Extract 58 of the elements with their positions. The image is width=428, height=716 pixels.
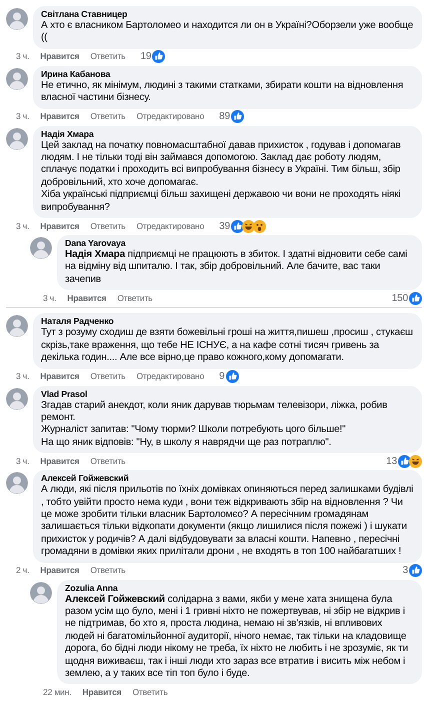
reply-link[interactable]: Ответить xyxy=(90,220,126,232)
like-link[interactable]: Нравится xyxy=(40,50,80,64)
edited-label: Отредактировано xyxy=(136,110,204,123)
like-link[interactable]: Нравится xyxy=(40,220,80,232)
reaction-count[interactable]: 3 xyxy=(402,563,408,578)
avatar-icon[interactable] xyxy=(30,582,52,604)
avatar-icon[interactable] xyxy=(6,472,28,494)
reply-link[interactable]: Ответить xyxy=(90,370,126,383)
comment-text: Не етично, як мінімум, людині з такими статками, збирати кошти на відновлення власної частини бізнесу. xyxy=(41,80,404,105)
avatar-icon[interactable] xyxy=(6,315,28,338)
reaction-count[interactable]: 89 xyxy=(219,109,230,124)
avatar-icon[interactable] xyxy=(6,8,28,30)
timestamp[interactable]: 3 ч. xyxy=(43,292,56,305)
reaction-count[interactable]: 39 xyxy=(219,218,230,234)
like-link[interactable]: Нравится xyxy=(40,454,80,468)
author-name[interactable]: Zozulia Anna xyxy=(65,582,414,594)
edited-label: Отредактировано xyxy=(136,220,204,232)
timestamp[interactable]: 3 ч. xyxy=(16,110,30,123)
reaction-count[interactable]: 13 xyxy=(386,454,397,469)
like-link[interactable]: Нравится xyxy=(40,564,80,577)
avatar-icon[interactable] xyxy=(6,128,28,150)
reply-link[interactable]: Ответить xyxy=(132,686,168,699)
comment-text: А люди, які після прильотів по їхніх домівках опиняються перед залишками будівлі , тобто увійти просто нема куди , вони теж відкривають збір на відновлення ? Чи це може зробити тільки власник Бартоломєо? А пересічним громадянам залишається тільки відкопати документи (якщо лишилися після пожежі ) і шукати прихисток у родичів? А далі відбудовувати за власні кошти. Напевно , пересічні громадяни в домівки яких прилітали дрони , не входять в топ 100 найбагатших ! xyxy=(41,484,414,559)
reply-link[interactable]: Ответить xyxy=(90,50,126,64)
edited-label: Отредактировано xyxy=(136,370,204,383)
comment-text: Тут з розуму сходиш де взяти божевільні гроші на життя,пишеш ,просиш , стукаєш скрізь,таке враження, що тебе НЕ ІСНУЄ, а на кафе сотні тисяч гривень за декілька годин.... Але все вірно,це право кожного,кому допомагати. xyxy=(41,327,414,364)
like-link[interactable]: Нравится xyxy=(67,292,106,305)
comment-text: Надія Хмара підприємці не працюють в збиток. І здатні відновити себе самі на відміну від шпиталю. І так, збір добровільний. Але бачите, вас таки зачепив xyxy=(65,249,408,286)
reaction-count[interactable]: 150 xyxy=(392,290,408,306)
timestamp[interactable]: 3 ч. xyxy=(16,50,30,64)
like-link[interactable]: Нравится xyxy=(40,370,80,383)
like-link[interactable]: Нравится xyxy=(40,110,80,123)
timestamp[interactable]: 3 ч. xyxy=(16,454,30,468)
avatar-icon[interactable] xyxy=(6,388,28,410)
author-name[interactable]: Надія Хмара xyxy=(41,128,414,140)
reply-link[interactable]: Ответить xyxy=(90,110,126,123)
timestamp[interactable]: 3 ч. xyxy=(16,220,30,232)
comment-text: Згадав старий анекдот, коли яник дарував тюрьмам телевізори, ліжка, робив ремонт. Журналіст запитав: "Чому тюрми? Школи потребують цого більше!" На що яник відповів: "Ну, в школу я наврядчи ще раз потраплю". xyxy=(41,400,388,450)
comment-text: Цей заклад на початку повномасштабної давав прихисток , годував і допомагав людям. І не тільки тоді він займався допомогою. Заклад дає роботу людям, сплачує податки і проходить всі випробування бізнесу в Україні. Тим більш, збір добровільний, хто хоче допомагає. Хіба українські підприємці більш захищені державою чи вони не проходять ніякі випробування? xyxy=(41,140,402,214)
comment-text: Алексей Гойжевский солідарна з вами, якби у мене хата знищена була разом усім що було, мені і 1 гривні ніхто не пожертвував, ні збір не відкрив і не підтримав, бо хто я, проста людина, немаю ні зв'язків, ні впливових людей ні багатомільйонної аудиторії, нічого немає, так тільки на кладовище дорога, бо бідні люди нікому не треба, їх ніхто не любить і не зрозуміє, як ти щодня виживаєш, так і інші люди хто зараз все втратив і висить між небом і землею, а у таких все тіп топ було і буде. xyxy=(65,594,410,680)
reply-link[interactable]: Ответить xyxy=(90,564,126,577)
like-link[interactable]: Нравится xyxy=(82,686,122,699)
reaction-count[interactable]: 19 xyxy=(140,49,152,64)
timestamp[interactable]: 3 ч. xyxy=(16,370,30,383)
author-name[interactable]: Vlad Prasol xyxy=(41,388,414,400)
avatar-icon[interactable] xyxy=(30,237,52,260)
reply-link[interactable]: Ответить xyxy=(117,292,152,305)
reaction-count[interactable]: 9 xyxy=(219,369,225,384)
author-name[interactable]: Dana Yarovaya xyxy=(65,238,414,250)
author-name[interactable]: Світлана Ставницер xyxy=(41,9,414,20)
avatar-icon[interactable] xyxy=(6,68,28,90)
comment-text: А хто є власником Бартоломео и находится ли он в Україні?Оборзели уже вообще (( xyxy=(41,20,414,45)
author-name[interactable]: Алексей Гойжевский xyxy=(41,473,414,484)
author-name[interactable]: Ирина Кабанова xyxy=(41,68,414,80)
timestamp[interactable]: 22 мин. xyxy=(43,686,72,699)
author-name[interactable]: Наталя Радченко xyxy=(41,316,414,328)
timestamp[interactable]: 2 ч. xyxy=(16,564,30,577)
reply-link[interactable]: Ответить xyxy=(90,454,126,468)
